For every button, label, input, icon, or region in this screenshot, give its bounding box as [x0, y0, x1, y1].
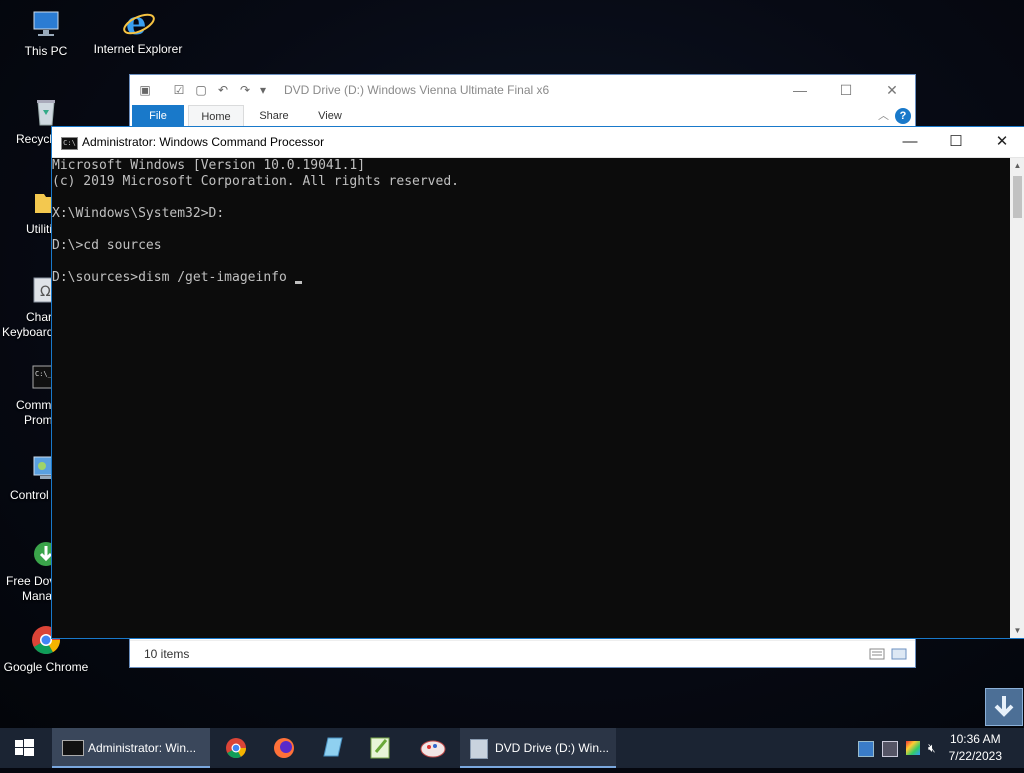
- console-line: X:\Windows\System32>D:: [52, 206, 225, 221]
- vertical-scrollbar[interactable]: ▲ ▼: [1010, 158, 1024, 638]
- console-output[interactable]: Microsoft Windows [Version 10.0.19041.1]…: [52, 158, 1010, 638]
- tab-share[interactable]: Share: [248, 105, 300, 127]
- text-cursor: [294, 281, 302, 284]
- volume-muted-icon[interactable]: 🔇︎: [928, 741, 942, 755]
- notepad-icon: [323, 737, 343, 757]
- drive-icon: ▣: [139, 83, 151, 97]
- collapse-ribbon-icon[interactable]: ︿: [878, 107, 889, 123]
- recycle-bin-icon: [30, 96, 62, 128]
- desktop-icon-label: Char: [26, 310, 53, 324]
- desktop-icon-character-map[interactable]: Ω Char Keyboard: [0, 274, 59, 340]
- cmd-titlebar[interactable]: C:\ Administrator: Windows Command Proce…: [52, 127, 1024, 158]
- console-line: Microsoft Windows [Version 10.0.19041.1]: [52, 158, 366, 173]
- undo-icon[interactable]: ↶: [216, 83, 230, 97]
- large-icons-view-icon[interactable]: [891, 648, 907, 660]
- svg-text:C:\_: C:\_: [35, 370, 53, 378]
- network-icon[interactable]: [882, 741, 898, 757]
- taskbar-pin-paint[interactable]: [408, 728, 458, 768]
- maximize-button[interactable]: ☐: [933, 127, 979, 157]
- computer-icon: [30, 8, 62, 40]
- console-prompt-line[interactable]: D:\sources>dism /get-imageinfo: [52, 270, 1010, 286]
- internet-explorer-icon: e: [122, 4, 155, 42]
- command-prompt-icon: [62, 740, 84, 756]
- minimize-button[interactable]: —: [887, 127, 933, 157]
- explorer-statusbar: 10 items: [130, 640, 915, 667]
- clock-time: 10:36 AM: [949, 732, 1001, 746]
- scroll-up-icon[interactable]: ▲: [1010, 158, 1024, 173]
- view-toggle: [869, 647, 909, 664]
- explorer-title: DVD Drive (D:) Windows Vienna Ultimate F…: [284, 83, 550, 97]
- desktop-icon-label: Internet Explorer: [93, 42, 183, 56]
- item-count: 10 items: [144, 647, 190, 661]
- desktop-icon-free-download-manager[interactable]: Free Dov Mana: [0, 538, 58, 604]
- dvd-drive-icon: [470, 739, 488, 759]
- chrome-icon: [226, 738, 247, 759]
- paint-icon: [420, 740, 446, 758]
- taskbar-app-cmd[interactable]: Administrator: Win...: [52, 728, 210, 768]
- command-prompt-window[interactable]: C:\ Administrator: Windows Command Proce…: [51, 126, 1024, 639]
- taskbar-pin-chrome[interactable]: [214, 728, 258, 768]
- taskbar: Administrator: Win... DVD Drive (D:) Win…: [0, 728, 1024, 768]
- console-line: D:\>cd sources: [52, 238, 162, 253]
- taskbar-pin-firefox[interactable]: [262, 728, 306, 768]
- scroll-down-icon[interactable]: ▼: [1010, 623, 1024, 638]
- notepad-plus-icon: [370, 737, 390, 759]
- keyboard-layout-icon[interactable]: [858, 741, 874, 757]
- properties-icon[interactable]: ☑: [172, 83, 186, 97]
- customize-dropdown-icon[interactable]: ▾: [256, 83, 270, 97]
- tab-view[interactable]: View: [304, 105, 356, 127]
- taskbar-pin-notepad[interactable]: [310, 728, 354, 768]
- cmd-title: Administrator: Windows Command Processor: [82, 135, 325, 149]
- console-command: D:\sources>dism /get-imageinfo: [52, 270, 287, 285]
- tab-file[interactable]: File: [132, 105, 184, 127]
- desktop-icon-this-pc[interactable]: This PC: [0, 8, 92, 59]
- help-icon[interactable]: ?: [895, 108, 911, 124]
- redo-icon[interactable]: ↷: [238, 83, 252, 97]
- taskbar-clock[interactable]: 10:36 AM 7/22/2023: [949, 731, 1002, 765]
- scrollbar-thumb[interactable]: [1013, 176, 1022, 218]
- clock-date: 7/22/2023: [948, 749, 1002, 763]
- windows-start-icon: [15, 739, 34, 756]
- taskbar-app-label: Administrator: Win...: [88, 741, 197, 755]
- minimize-button[interactable]: —: [777, 75, 823, 105]
- taskbar-app-label: DVD Drive (D:) Win...: [495, 741, 609, 755]
- desktop-icon-internet-explorer[interactable]: e Internet Explorer: [92, 4, 184, 57]
- close-button[interactable]: ✕: [979, 127, 1024, 157]
- tab-home[interactable]: Home: [188, 105, 244, 128]
- firefox-icon: [274, 738, 294, 758]
- close-button[interactable]: ✕: [869, 75, 915, 105]
- details-view-icon[interactable]: [869, 648, 885, 660]
- download-pin-icon[interactable]: [985, 688, 1023, 726]
- explorer-titlebar[interactable]: ▣ ☑ ▢ ↶ ↷ ▾ DVD Drive (D:) Windows Vienn…: [130, 75, 915, 105]
- maximize-button[interactable]: ☐: [823, 75, 869, 105]
- desktop-icon-label-2: Keyboard: [2, 325, 54, 339]
- command-prompt-icon: C:\: [61, 137, 78, 150]
- new-folder-icon[interactable]: ▢: [194, 83, 208, 97]
- desktop-icon-label: This PC: [24, 44, 68, 58]
- svg-text:Ω: Ω: [40, 284, 51, 300]
- ribbon-tabs: File Home Share View ︿ ?: [130, 105, 915, 128]
- start-button[interactable]: [0, 728, 50, 768]
- desktop-icon-label: Google Chrome: [3, 660, 89, 674]
- console-line: (c) 2019 Microsoft Corporation. All righ…: [52, 174, 459, 189]
- taskbar-app-explorer[interactable]: DVD Drive (D:) Win...: [460, 728, 616, 768]
- color-display-icon[interactable]: [906, 741, 920, 755]
- taskbar-pin-notepad-plus[interactable]: [358, 728, 402, 768]
